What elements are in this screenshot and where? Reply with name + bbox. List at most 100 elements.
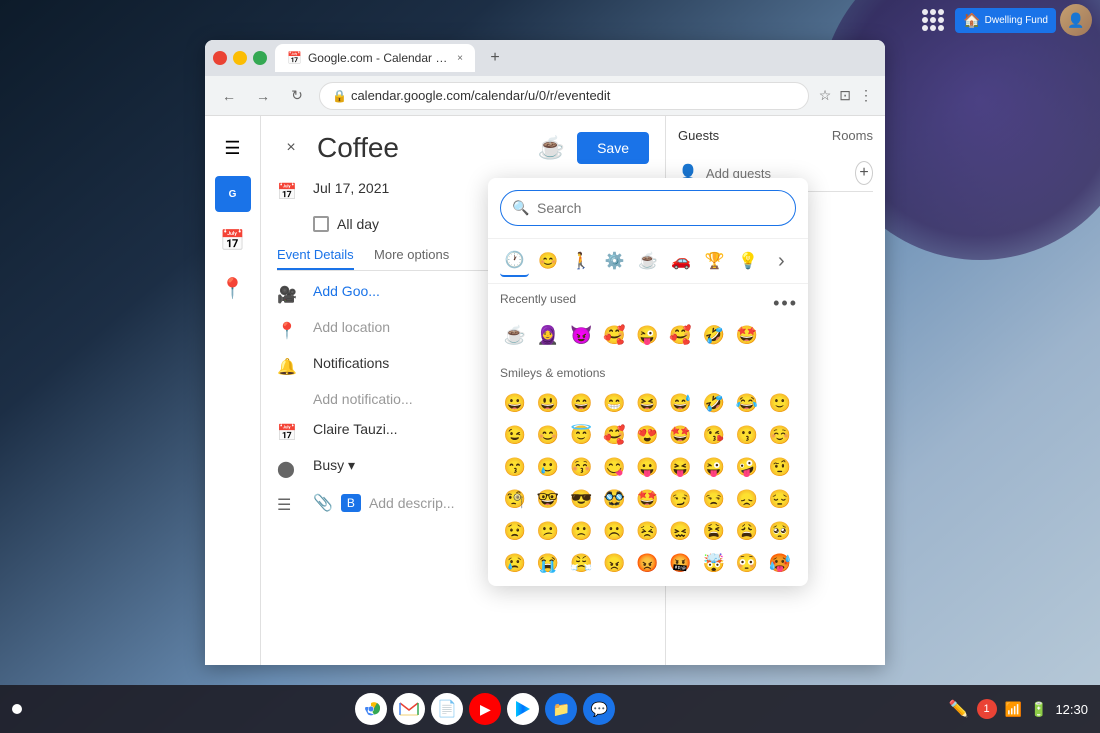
emoji-star-struck3[interactable]: 🤩 <box>632 484 662 514</box>
emoji-raised-eyebrow[interactable]: 🤨 <box>765 452 795 482</box>
window-minimize-btn[interactable] <box>233 51 247 65</box>
emoji-sunglasses[interactable]: 😎 <box>566 484 596 514</box>
emoji-slight-frown[interactable]: 🙁 <box>566 516 596 546</box>
emoji-sob[interactable]: 😭 <box>533 548 563 578</box>
new-tab-button[interactable]: + <box>483 46 507 70</box>
emoji-relaxed[interactable]: ☺️ <box>765 420 795 450</box>
emoji-zany[interactable]: 🤪 <box>732 452 762 482</box>
emoji-pleading[interactable]: 🥺 <box>765 516 795 546</box>
emoji-pouting[interactable]: 😡 <box>632 548 662 578</box>
add-description[interactable]: Add descrip... <box>369 495 455 511</box>
taskbar-gmail[interactable] <box>393 693 425 725</box>
emoji-grinning[interactable]: 😀 <box>500 388 530 418</box>
rooms-tab[interactable]: Rooms <box>832 128 873 143</box>
emoji-slightly-smiling[interactable]: 🙂 <box>765 388 795 418</box>
forward-button[interactable]: → <box>251 84 275 108</box>
recent-more-btn[interactable]: ••• <box>773 293 796 314</box>
cat-activities[interactable]: ⚙️ <box>600 245 629 277</box>
emoji-confounded[interactable]: 😖 <box>666 516 696 546</box>
notification-badge[interactable]: 1 <box>977 699 997 719</box>
launcher-button[interactable] <box>12 704 22 714</box>
emoji-frowning[interactable]: ☹️ <box>599 516 629 546</box>
taskbar-youtube[interactable]: ▶ <box>469 693 501 725</box>
sidebar-calendar-icon[interactable]: 📅 <box>213 220 253 260</box>
emoji-smiley[interactable]: 😃 <box>533 388 563 418</box>
emoji-kissing-smiling[interactable]: 😙 <box>500 452 530 482</box>
cat-objects[interactable]: 🏆 <box>700 245 729 277</box>
emoji-smiling-hearts[interactable]: 🥰 <box>599 420 629 450</box>
cat-smileys[interactable]: 😊 <box>533 245 562 277</box>
cat-food[interactable]: ☕ <box>633 245 662 277</box>
emoji-starstruck[interactable]: 🤩 <box>732 320 762 350</box>
emoji-sweat-smile[interactable]: 😅 <box>666 388 696 418</box>
emoji-rofl[interactable]: 🤣 <box>699 320 729 350</box>
google-apps-button[interactable] <box>915 2 951 38</box>
emoji-smirk[interactable]: 😏 <box>666 484 696 514</box>
more-icon[interactable]: ⋮ <box>859 87 873 104</box>
emoji-kissing[interactable]: 😗 <box>732 420 762 450</box>
cast-icon[interactable]: ⊡ <box>839 87 851 104</box>
dwelling-fund-button[interactable]: 🏠 Dwelling Fund <box>955 8 1056 33</box>
sidebar-location-icon[interactable]: 📍 <box>213 268 253 308</box>
window-maximize-btn[interactable] <box>253 51 267 65</box>
emoji-winking-tongue[interactable]: 😜 <box>632 320 662 350</box>
emoji-confused[interactable]: 😕 <box>533 516 563 546</box>
window-close-btn[interactable] <box>213 51 227 65</box>
emoji-search-input[interactable] <box>500 190 796 226</box>
busy-status[interactable]: Busy ▾ <box>313 457 355 474</box>
emoji-monocle[interactable]: 🧐 <box>500 484 530 514</box>
emoji-wink-tongue[interactable]: 😜 <box>699 452 729 482</box>
browser-tab-active[interactable]: 📅 Google.com - Calendar - Event e... × <box>275 44 475 72</box>
emoji-heart-eyes[interactable]: 😍 <box>632 420 662 450</box>
emoji-hearts-eyes[interactable]: 🥰 <box>599 320 629 350</box>
google-account-icon[interactable]: G <box>215 176 251 212</box>
emoji-blush[interactable]: 😊 <box>533 420 563 450</box>
emoji-unamused[interactable]: 😒 <box>699 484 729 514</box>
pen-icon[interactable]: ✏️ <box>949 699 969 719</box>
emoji-yum[interactable]: 😋 <box>599 452 629 482</box>
tab-close-btn[interactable]: × <box>457 53 463 64</box>
reload-button[interactable]: ↻ <box>285 84 309 108</box>
emoji-disguised[interactable]: 🥸 <box>599 484 629 514</box>
add-notification[interactable]: Add notificatio... <box>313 391 413 407</box>
emoji-hearteyes2[interactable]: 🥰 <box>666 320 696 350</box>
tab-event-details[interactable]: Event Details <box>277 247 354 270</box>
allday-checkbox[interactable] <box>313 216 329 232</box>
emoji-joy[interactable]: 😂 <box>732 388 762 418</box>
taskbar-messages[interactable]: 💬 <box>583 693 615 725</box>
guests-tab[interactable]: Guests <box>678 128 719 143</box>
cat-recent[interactable]: 🕐 <box>500 245 529 277</box>
emoji-innocent[interactable]: 😇 <box>566 420 596 450</box>
emoji-wink[interactable]: 😉 <box>500 420 530 450</box>
emoji-cry[interactable]: 😢 <box>500 548 530 578</box>
emoji-nerd[interactable]: 🤓 <box>533 484 563 514</box>
emoji-rofl2[interactable]: 🤣 <box>699 388 729 418</box>
emoji-exploding[interactable]: 🤯 <box>699 548 729 578</box>
emoji-hot[interactable]: 🥵 <box>765 548 795 578</box>
taskbar-chrome[interactable] <box>355 693 387 725</box>
emoji-disappointed[interactable]: 😞 <box>732 484 762 514</box>
taskbar-files[interactable]: 📁 <box>545 693 577 725</box>
cat-symbols[interactable]: 💡 <box>733 245 762 277</box>
emoji-starstruck2[interactable]: 🤩 <box>666 420 696 450</box>
emoji-tongue-closed[interactable]: 😝 <box>666 452 696 482</box>
add-guest-button[interactable]: + <box>855 161 873 185</box>
add-button[interactable]: B <box>341 494 361 512</box>
emoji-smile[interactable]: 😄 <box>566 388 596 418</box>
emoji-flushed[interactable]: 😳 <box>732 548 762 578</box>
bookmark-icon[interactable]: ☆ <box>819 87 832 104</box>
add-google-meet[interactable]: Add Goo... <box>313 283 380 299</box>
emoji-worried[interactable]: 😟 <box>500 516 530 546</box>
cat-people[interactable]: 🚶 <box>567 245 596 277</box>
emoji-kissing-heart[interactable]: 😘 <box>699 420 729 450</box>
event-close-button[interactable]: × <box>277 134 305 162</box>
emoji-angry[interactable]: 😠 <box>599 548 629 578</box>
emoji-cursing[interactable]: 🤬 <box>666 548 696 578</box>
emoji-persevering[interactable]: 😣 <box>632 516 662 546</box>
back-button[interactable]: ← <box>217 84 241 108</box>
emoji-kissing-closed[interactable]: 😚 <box>566 452 596 482</box>
cat-more[interactable]: › <box>767 245 796 277</box>
save-button[interactable]: Save <box>577 132 649 164</box>
taskbar-play[interactable] <box>507 693 539 725</box>
tab-more-options[interactable]: More options <box>374 247 449 268</box>
